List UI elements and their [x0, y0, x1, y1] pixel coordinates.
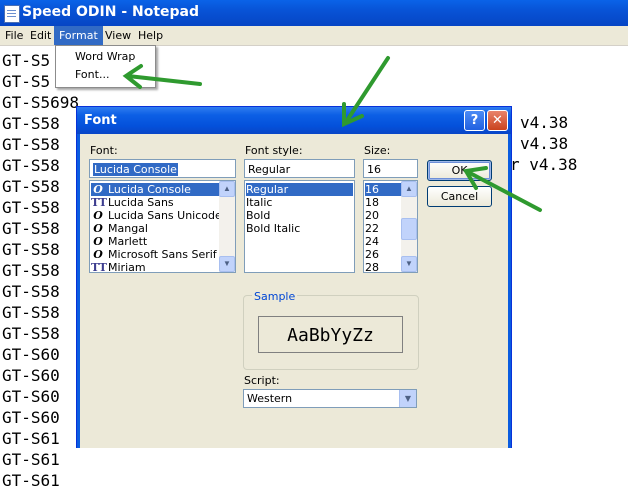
annotation-arrows: [122, 56, 542, 212]
text-line: GT-S61: [2, 450, 60, 469]
annotation-arrow: [342, 56, 390, 128]
text-line: GT-S61: [2, 471, 60, 490]
annotation-arrow: [122, 64, 202, 89]
annotation-arrow: [462, 166, 542, 212]
